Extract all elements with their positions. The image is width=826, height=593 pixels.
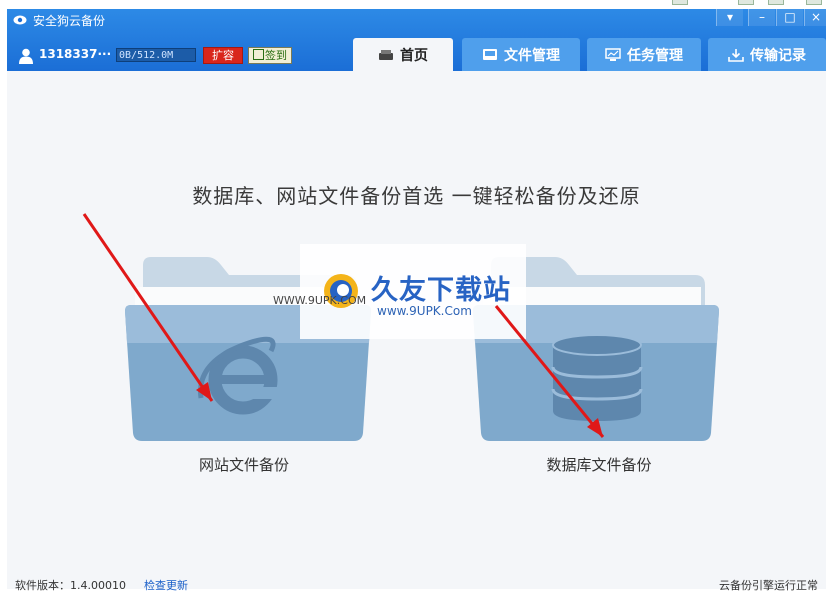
check-update-link[interactable]: 检查更新: [144, 577, 188, 593]
close-button[interactable]: ×: [804, 9, 826, 26]
user-account[interactable]: 1318337···: [39, 47, 111, 61]
monitor-icon: [605, 47, 621, 61]
strip-mark: [768, 0, 784, 5]
maximize-button[interactable]: □: [776, 9, 803, 26]
expand-storage-button[interactable]: 扩容: [203, 47, 243, 64]
tab-task-manager-label: 任务管理: [627, 47, 683, 64]
file-manager-icon: [483, 48, 497, 60]
drive-icon: [379, 49, 393, 60]
app-window: 安全狗云备份 ▾ – □ × 1318337··· 0B/512.0M 扩容 签…: [7, 9, 826, 589]
tab-home[interactable]: 首页: [353, 38, 453, 71]
strip-mark: [738, 0, 754, 5]
strip-mark: [672, 0, 688, 5]
website-backup-label[interactable]: 网站文件备份: [114, 454, 374, 475]
tab-home-label: 首页: [400, 47, 428, 64]
tab-task-manager[interactable]: 任务管理: [587, 38, 701, 71]
sign-in-label: 签到: [265, 49, 287, 62]
database-backup-label[interactable]: 数据库文件备份: [469, 454, 729, 475]
storage-quota: 0B/512.0M: [116, 48, 196, 62]
tab-transfer-records-label: 传输记录: [750, 47, 806, 64]
slogan-text: 数据库、网站文件备份首选 一键轻松备份及还原: [192, 184, 641, 208]
watermark-url-left: WWW.9UPK.COM: [273, 294, 367, 307]
calendar-icon: [253, 49, 264, 60]
window-title: 安全狗云备份: [33, 14, 106, 28]
minimize-button[interactable]: –: [748, 9, 775, 26]
top-strip: [0, 0, 826, 9]
cloud-dog-icon: [13, 15, 27, 25]
database-icon: [551, 334, 643, 421]
software-version: 软件版本：1.4.00010: [15, 579, 126, 592]
sign-in-button[interactable]: 签到: [248, 47, 292, 64]
menu-dropdown-button[interactable]: ▾: [716, 9, 743, 26]
watermark-url: www.9UPK.Com: [377, 304, 472, 318]
engine-status: 云备份引擎运行正常: [719, 579, 818, 592]
strip-mark: [806, 0, 822, 5]
header-bar: 安全狗云备份 ▾ – □ × 1318337··· 0B/512.0M 扩容 签…: [7, 9, 826, 71]
watermark-title: 久友下载站: [371, 275, 511, 306]
tab-file-manager-label: 文件管理: [504, 47, 560, 64]
tab-file-manager[interactable]: 文件管理: [462, 38, 580, 71]
status-bar: 软件版本：1.4.00010 检查更新 云备份引擎运行正常: [7, 574, 826, 592]
download-icon: [728, 48, 744, 62]
user-icon: [19, 48, 33, 64]
tab-transfer-records[interactable]: 传输记录: [708, 38, 826, 71]
